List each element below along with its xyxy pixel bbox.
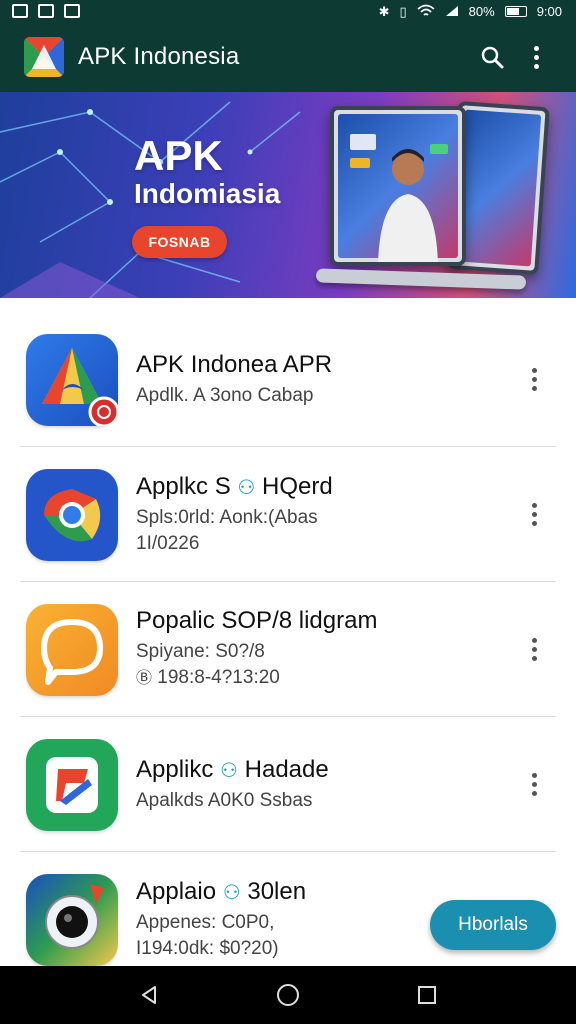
banner-subtitle: Indomiasia [134,178,281,209]
back-triangle-icon [142,986,157,1004]
floating-action-button[interactable]: Hborlals [430,900,556,950]
app-icon-camera [26,873,118,966]
more-vert-icon [531,638,537,661]
recents-button[interactable] [405,973,449,1017]
lens-icon [45,883,104,949]
more-vert-icon [531,773,537,796]
app-description: Apalkds A0K0 Ssbas [136,789,313,811]
message-notification-icon [64,4,80,18]
search-button[interactable] [470,35,514,79]
chat-bubble-icon [41,618,103,685]
list-item[interactable]: Applkc S ⚇ HQerd Spls:0rld: Aonk:(Abas 1… [0,447,576,582]
battery-percent: 80% [468,3,495,19]
app-description: Spls:0rld: Aonk:(Abas [136,506,318,528]
more-vert-icon [531,503,537,526]
banner-title: APK [134,132,223,179]
tablet-illustration-left [330,106,466,266]
app-meta: Ⓑ 198:8-4?13:20 [136,667,280,688]
people-icon: ⚇ [222,881,241,904]
list-item[interactable]: APK Indonea APR Apdlk. A 3ono Cabap [0,312,576,447]
signal-icon [445,6,458,16]
search-icon [481,46,504,69]
app-icon-chat [26,603,118,696]
app-bar: APK Indonesia [0,22,576,92]
clock: 9:00 [536,3,562,19]
item-overflow-button[interactable] [522,360,546,400]
promo-banner[interactable]: APK Indomiasia FOSNAB [0,92,576,298]
app-title: APK Indonea APR [136,350,333,378]
recents-square-icon [417,986,436,1004]
flag-icon [46,756,98,813]
people-icon: ⚇ [237,476,256,499]
clock-icon: Ⓑ [136,670,153,687]
wifi-icon [417,4,435,16]
more-vert-icon [531,368,537,391]
item-overflow-button[interactable] [522,495,546,535]
bluetooth-icon: ✱ [378,3,390,19]
person-illustration [350,134,448,262]
app-description: Apdlk. A 3ono Cabap [136,384,314,406]
app-icon-browser [26,468,118,561]
image-notification-icon [38,4,54,18]
list-item[interactable]: Applikc ⚇ Hadade Apalkds A0K0 Ssbas [0,717,576,852]
vibrate-icon: ▯ [399,3,407,19]
list-item[interactable]: Popalic SOP/8 lidgram Spiyane: S0?/8 Ⓑ 1… [0,582,576,717]
app-description: Spiyane: S0?/8 [136,641,265,662]
app-icon-flag [26,738,118,831]
back-button[interactable] [127,973,171,1017]
app-list: APK Indonea APR Apdlk. A 3ono Cabap Appl… [0,312,576,987]
more-vert-icon [533,45,539,69]
item-overflow-button[interactable] [522,630,546,670]
app-title: Popalic SOP/8 lidgram [136,607,378,634]
item-overflow-button[interactable] [522,765,546,805]
navigation-bar [0,966,576,1024]
app-icon-apk-indonesia [26,333,120,427]
banner-cta-button[interactable]: FOSNAB [132,226,227,258]
people-icon: ⚇ [220,759,238,782]
overflow-menu-button[interactable] [514,35,558,79]
app-title: Applikc ⚇ Hadade [136,755,329,783]
app-title: APK Indonesia [78,43,240,70]
chrome-like-icon [44,488,101,541]
status-bar: ✱ ▯ 80% 9:00 [0,0,576,22]
home-button[interactable] [266,973,310,1017]
home-circle-icon [276,984,299,1006]
app-title: Applkc S ⚇ HQerd [136,472,333,500]
triangle-logo-icon [42,347,120,427]
app-meta: 1I/0226 [136,532,200,554]
gallery-notification-icon [12,4,28,18]
app-logo [24,37,64,77]
battery-icon [504,5,527,17]
